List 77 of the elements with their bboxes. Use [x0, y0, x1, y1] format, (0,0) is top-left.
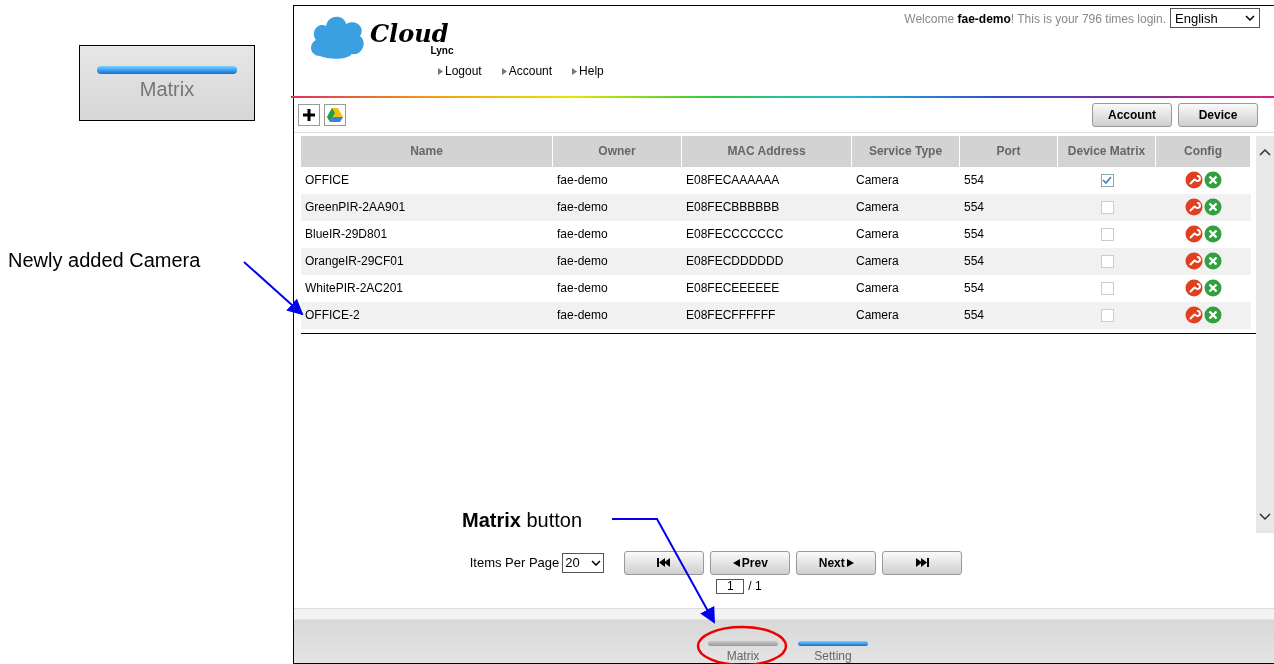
- table-cell: fae-demo: [553, 247, 682, 275]
- close-icon[interactable]: [1204, 252, 1222, 271]
- toolbar-button[interactable]: Account: [1092, 103, 1172, 128]
- caret-icon: [1245, 15, 1255, 21]
- skip-last-icon: [915, 558, 930, 568]
- scroll-up-icon[interactable]: [1259, 147, 1271, 156]
- footer-tab[interactable]: Matrix: [708, 641, 778, 663]
- table-cell: Camera: [852, 247, 960, 275]
- close-icon[interactable]: [1204, 171, 1222, 190]
- triangle-icon: [501, 67, 507, 75]
- wrench-icon[interactable]: [1185, 225, 1203, 244]
- column-header: Owner: [553, 135, 682, 167]
- checkbox[interactable]: [1100, 227, 1114, 241]
- plus-icon: [302, 108, 316, 123]
- checkbox[interactable]: [1100, 281, 1114, 295]
- table-cell: 554: [960, 247, 1058, 275]
- scrollbar[interactable]: [1256, 135, 1274, 534]
- add-button[interactable]: [298, 104, 320, 127]
- wrench-icon[interactable]: [1185, 279, 1203, 298]
- triangle-icon: [572, 67, 578, 75]
- table-cell: E08FECDDDDDD: [682, 247, 852, 275]
- logo-subtext: Lync: [430, 45, 454, 56]
- checkbox[interactable]: [1100, 254, 1114, 268]
- table-cell: E08FECFFFFFF: [682, 301, 852, 329]
- drive-button[interactable]: [324, 104, 346, 127]
- column-header: Name: [301, 135, 553, 167]
- wrench-icon[interactable]: [1185, 306, 1203, 325]
- pager-button[interactable]: [624, 550, 705, 575]
- close-icon[interactable]: [1204, 306, 1222, 325]
- column-header: Device Matrix: [1058, 135, 1156, 167]
- table-cell: 554: [960, 301, 1058, 329]
- checkbox[interactable]: [1100, 200, 1114, 214]
- annotation-text: Matrix button: [462, 509, 583, 532]
- checkbox[interactable]: [1100, 308, 1114, 322]
- wrench-icon[interactable]: [1185, 171, 1203, 190]
- close-icon[interactable]: [1204, 225, 1222, 244]
- table-cell: E08FECBBBBBB: [682, 193, 852, 221]
- table-cell: fae-demo: [553, 301, 682, 329]
- welcome-text: Welcome fae-demo! This is your 796 times login.: [904, 12, 1166, 26]
- triangle-icon: [438, 67, 443, 75]
- column-header: Config: [1156, 135, 1251, 167]
- table-cell: Camera: [852, 193, 960, 221]
- table-cell: 554: [960, 193, 1058, 221]
- checkbox[interactable]: [1100, 173, 1114, 187]
- column-header: Service Type: [852, 135, 960, 167]
- page-input[interactable]: 1: [716, 578, 745, 594]
- items-per-page-select[interactable]: 20: [562, 552, 605, 573]
- table-cell: Camera: [852, 301, 960, 329]
- table-cell: fae-demo: [553, 193, 682, 221]
- annotation-arrow: [243, 261, 304, 316]
- table-cell: OFFICE-2: [301, 301, 553, 329]
- table-cell: GreenPIR-2AA901: [301, 193, 553, 221]
- close-icon[interactable]: [1204, 279, 1222, 298]
- caret-icon: [591, 559, 602, 566]
- wrench-icon[interactable]: [1185, 198, 1203, 217]
- tab-label: Matrix: [139, 77, 195, 101]
- annotation-text: Newly added Camera: [8, 249, 202, 272]
- items-per-page-label: Items Per Page: [469, 555, 560, 571]
- scroll-down-icon[interactable]: [1259, 513, 1271, 522]
- close-icon[interactable]: [1204, 198, 1222, 217]
- table-cell: OrangeIR-29CF01: [301, 247, 553, 275]
- nav-link[interactable]: Help: [572, 64, 604, 78]
- column-header: MAC Address: [682, 135, 852, 167]
- triangle-icon: [732, 558, 740, 567]
- pager-button[interactable]: [882, 550, 963, 575]
- column-header: Port: [960, 135, 1058, 167]
- nav-link[interactable]: Logout: [438, 64, 482, 78]
- toolbar-button[interactable]: Device: [1178, 103, 1258, 128]
- language-select[interactable]: English: [1170, 8, 1260, 28]
- nav-link[interactable]: Account: [501, 64, 553, 78]
- wrench-icon[interactable]: [1185, 252, 1203, 271]
- pager-button[interactable]: Next: [796, 550, 877, 575]
- footer-tab[interactable]: Setting: [798, 641, 868, 663]
- page-total: / 1: [748, 579, 762, 594]
- triangle-icon: [846, 558, 854, 567]
- skip-first-icon: [657, 558, 672, 568]
- pager-button[interactable]: Prev: [710, 550, 791, 575]
